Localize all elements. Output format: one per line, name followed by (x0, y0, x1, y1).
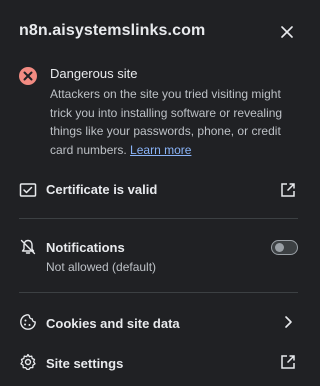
certificate-row[interactable]: Certificate is valid (0, 173, 306, 207)
warning-title: Dangerous site (50, 66, 138, 81)
toggle-knob (275, 243, 284, 252)
warning-description: Attackers on the site you tried visiting… (50, 85, 300, 159)
chevron-right-icon (279, 313, 297, 331)
cookies-row[interactable]: Cookies and site data (0, 305, 306, 339)
site-settings-row[interactable]: Site settings (0, 345, 306, 379)
notifications-status: Not allowed (default) (46, 260, 157, 274)
open-external-icon (279, 181, 297, 199)
close-icon (281, 26, 293, 38)
learn-more-link[interactable]: Learn more (130, 143, 191, 157)
notifications-row: Notifications Not allowed (default) (0, 228, 306, 278)
divider (19, 292, 298, 293)
certificate-label: Certificate is valid (46, 182, 158, 197)
site-hostname: n8n.aisystemslinks.com (19, 22, 206, 39)
divider (19, 218, 298, 219)
popup-header: n8n.aisystemslinks.com (0, 0, 306, 62)
notifications-toggle[interactable] (271, 240, 298, 255)
certificate-icon (19, 181, 37, 199)
gear-icon (19, 353, 37, 371)
open-external-icon (279, 353, 297, 371)
close-button[interactable] (276, 21, 298, 43)
notifications-label: Notifications (46, 240, 125, 255)
site-info-popup: n8n.aisystemslinks.com Dangerous site At… (0, 0, 306, 386)
cookie-icon (19, 313, 37, 331)
danger-icon (18, 66, 38, 86)
cookies-label: Cookies and site data (46, 316, 180, 331)
notifications-off-icon (19, 238, 37, 256)
site-settings-label: Site settings (46, 356, 124, 371)
